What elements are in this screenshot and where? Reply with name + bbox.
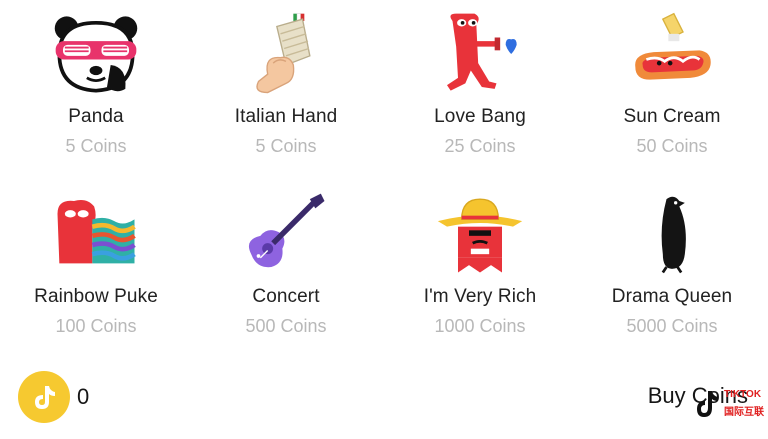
watermark-line1: TIKTOK xyxy=(724,389,762,400)
gift-name: Panda xyxy=(68,106,124,127)
gift-rainbow-puke[interactable]: Rainbow Puke 100 Coins xyxy=(0,188,192,337)
gift-name: Italian Hand xyxy=(234,106,338,127)
gift-name: Love Bang xyxy=(434,106,526,127)
coin-balance: 0 xyxy=(77,384,90,409)
gift-panda[interactable]: Panda 5 Coins xyxy=(0,8,192,157)
gift-price: 500 Coins xyxy=(245,316,327,336)
concert-guitar-icon xyxy=(236,188,336,280)
gift-price: 25 Coins xyxy=(444,136,516,156)
gift-name: Rainbow Puke xyxy=(34,286,158,307)
gift-love-bang[interactable]: Love Bang 25 Coins xyxy=(384,8,576,157)
sun-cream-icon xyxy=(622,8,722,100)
gift-price: 50 Coins xyxy=(636,136,708,156)
gift-price: 1000 Coins xyxy=(434,316,526,336)
gift-grid: Panda 5 Coins Italian Hand 5 Coins Love … xyxy=(0,0,768,360)
italian-hand-icon xyxy=(236,8,336,100)
tiktok-coin-icon xyxy=(18,371,70,423)
gift-drama-queen[interactable]: Drama Queen 5000 Coins xyxy=(576,188,768,337)
gift-name: Concert xyxy=(252,286,320,307)
gift-price: 5 Coins xyxy=(255,136,317,156)
gift-panel-footer: 0 Buy Coins TIKTOK 国际互联 xyxy=(0,362,768,439)
gift-concert[interactable]: Concert 500 Coins xyxy=(190,188,382,337)
love-bang-icon xyxy=(430,8,530,100)
gift-name: I'm Very Rich xyxy=(423,286,537,307)
gift-sun-cream[interactable]: Sun Cream 50 Coins xyxy=(576,8,768,157)
very-rich-icon xyxy=(430,188,530,280)
watermark-logo-icon xyxy=(697,391,718,417)
gift-italian-hand[interactable]: Italian Hand 5 Coins xyxy=(190,8,382,157)
gift-price: 5000 Coins xyxy=(626,316,718,336)
watermark: TIKTOK 国际互联 xyxy=(690,387,768,423)
drama-queen-icon xyxy=(622,188,722,280)
rainbow-puke-icon xyxy=(46,188,146,280)
gift-price: 100 Coins xyxy=(55,316,137,336)
gift-name: Drama Queen xyxy=(611,286,733,307)
gift-very-rich[interactable]: I'm Very Rich 1000 Coins xyxy=(384,188,576,337)
gift-price: 5 Coins xyxy=(65,136,127,156)
watermark-line2: 国际互联 xyxy=(724,407,764,418)
gift-name: Sun Cream xyxy=(623,106,721,127)
panda-icon xyxy=(46,8,146,100)
